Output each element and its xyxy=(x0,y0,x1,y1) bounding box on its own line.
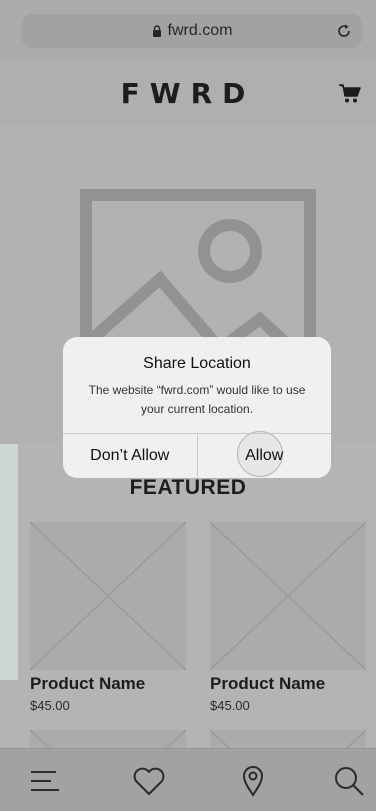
dont-allow-button[interactable]: Don’t Allow xyxy=(63,434,197,478)
allow-button[interactable]: Allow xyxy=(196,431,332,478)
dialog-message: The website “fwrd.com” would like to use… xyxy=(88,383,306,416)
app-page: fwrd.com FWRD FEATURED Product Name $45.… xyxy=(0,0,376,811)
location-permission-dialog: Share Location The website “fwrd.com” wo… xyxy=(63,337,331,478)
dont-allow-label: Don’t Allow xyxy=(90,447,170,464)
dialog-title: Share Location xyxy=(143,355,251,372)
allow-label: Allow xyxy=(245,447,284,464)
dialog-actions: Don’t Allow Allow xyxy=(63,431,332,478)
